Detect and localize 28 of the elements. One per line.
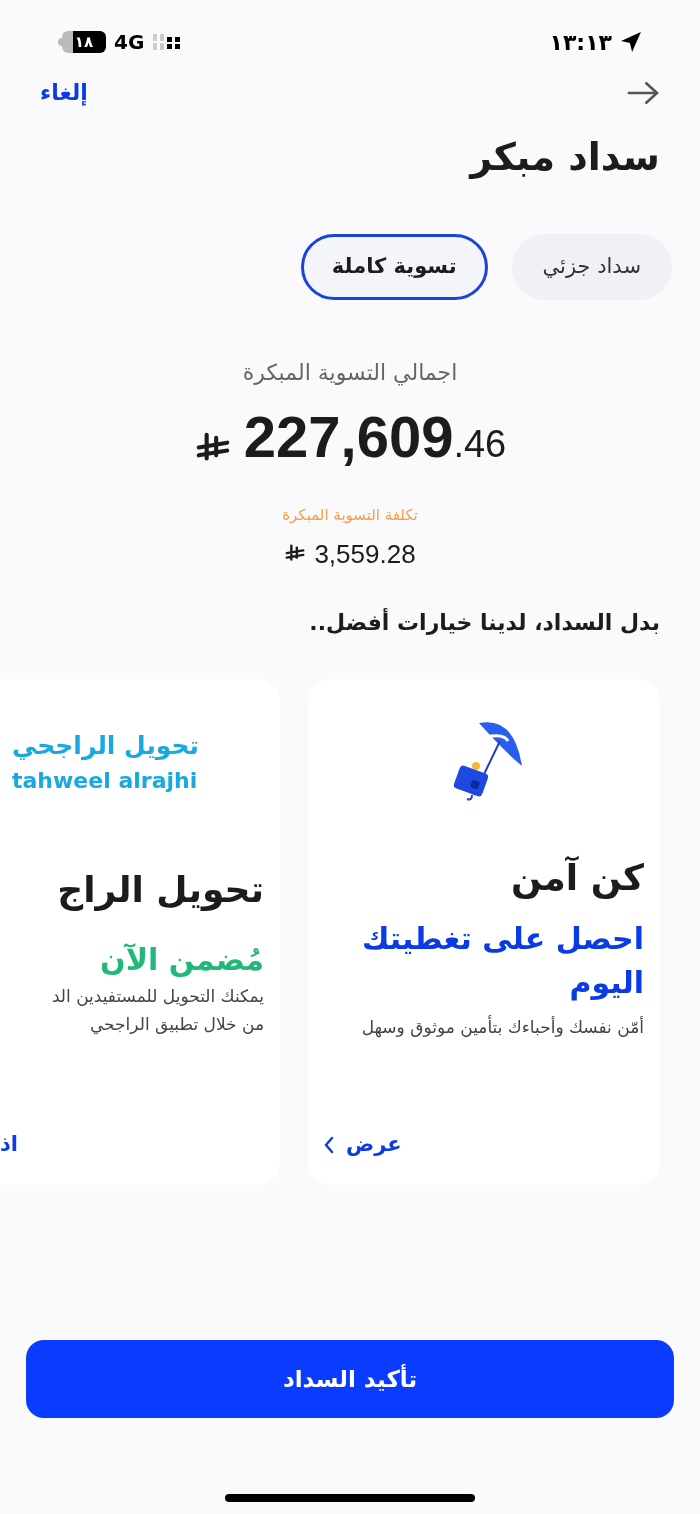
transfer-link[interactable]: اذ — [0, 1129, 264, 1161]
card-description: أمّن نفسك وأحباءك بتأمين موثوق وسهل — [360, 1014, 644, 1040]
chevron-left-icon — [324, 1135, 334, 1154]
back-arrow-icon[interactable] — [626, 79, 660, 106]
signal-icon — [152, 32, 183, 52]
card-title: كن آمن — [510, 855, 644, 901]
cost-label: تكلفة التسوية المبكرة — [282, 505, 418, 526]
cost-amount: 3,559.28 — [314, 537, 416, 571]
page-title: سداد مبكر — [467, 134, 661, 181]
status-time: ١٣:١٣ — [549, 28, 612, 57]
total-amount: 227,609.46 — [243, 403, 507, 471]
tab[interactable]: تسوية كاملة — [300, 234, 488, 300]
card-description-line: يمكنك التحويل للمستفيدين الد — [50, 985, 264, 1008]
section-title: بدل السداد، لدينا خيارات أفضل.. — [308, 607, 661, 637]
card-subtitle: مُضمن الآن — [99, 941, 264, 979]
card-description-line: من خلال تطبيق الراجحي — [88, 1013, 264, 1037]
view-link[interactable]: عرض — [324, 1129, 402, 1161]
cancel-link[interactable]: إلغاء — [40, 76, 88, 109]
total-label: اجمالي التسوية المبكرة — [242, 359, 458, 388]
location-arrow-icon — [620, 31, 642, 53]
logo-latin: tahweel alrajhi — [12, 767, 198, 795]
insurance-card[interactable]: كن آمن احصل على تغطيتك اليوم أمّن نفسك وأحباءك بتأمين موثوق وسهل عرض — [308, 678, 660, 1185]
tab[interactable]: سداد جزئي — [511, 234, 672, 300]
card-subtitle: احصل على تغطيتك اليوم — [360, 919, 644, 1003]
logo-arabic: تحويل الراجحي — [12, 729, 199, 763]
card-title: تحويل الراج — [56, 868, 264, 913]
network-label: 4G — [114, 29, 145, 56]
confirm-button[interactable]: تأكيد السداد — [26, 1340, 674, 1418]
